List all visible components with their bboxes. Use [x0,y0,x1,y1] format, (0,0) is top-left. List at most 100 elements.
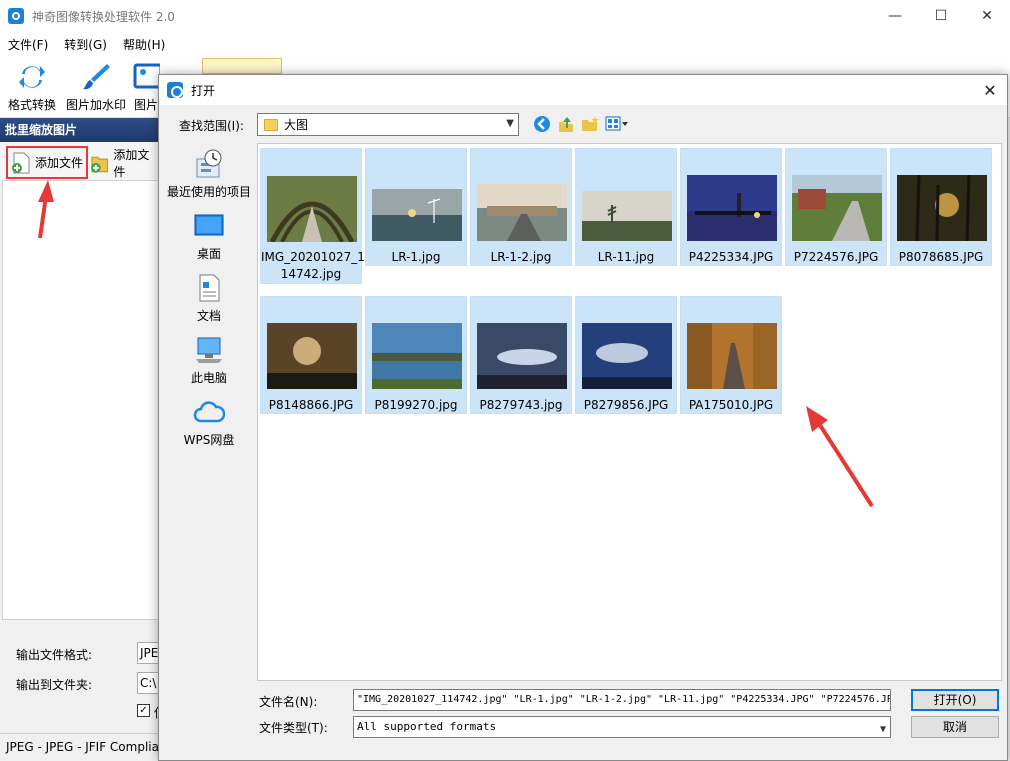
toolbar-label: 图片 [133,98,158,112]
toolbar-label: 格式转换 [7,98,56,112]
file-name: PA175010.JPG [688,398,774,412]
thumbnail-image [372,189,462,241]
open-button[interactable]: 打开(O) [911,689,999,711]
window-controls: — ☐ ✕ [872,0,1010,32]
place-label: 此电脑 [190,371,227,385]
thumbnail-image [477,184,567,241]
add-file-icon [12,152,30,173]
place-desktop[interactable]: 桌面 [163,211,255,262]
output-folder-label: 输出到文件夹: [16,678,93,692]
file-item[interactable]: P8279856.JPG [575,296,677,414]
file-item[interactable]: P8279743.jpg [470,296,572,414]
file-name: P7224576.JPG [793,250,879,264]
file-name: LR-1-2.jpg [490,250,552,264]
watermark-button[interactable]: 图片加水印 [64,58,128,116]
file-item[interactable]: P8199270.jpg [365,296,467,414]
dialog-title: 打开 [191,83,216,98]
add-folder-icon [90,156,108,173]
file-name: P8279856.JPG [583,398,669,412]
minimize-icon[interactable]: — [872,0,918,32]
image-tool-button[interactable]: 图片 [132,58,160,116]
close-icon[interactable]: ✕ [964,0,1010,32]
file-name: IMG_20201027_1 [261,250,365,264]
add-file-label: 添加文件 [35,156,84,170]
thumbnail-image [582,323,672,389]
image-icon [133,63,160,89]
file-item[interactable]: P8078685.JPG [890,148,992,266]
watermark-brush-icon [83,64,110,90]
file-name: LR-1.jpg [391,250,441,264]
output-format-select[interactable]: JPEG [137,642,159,664]
menu-goto[interactable]: 转到(G) [56,36,115,53]
dialog-logo-icon [167,82,183,98]
thumbnail-image [582,191,672,241]
thumbnail-image [687,175,777,241]
thumbnail-image [792,175,882,241]
lookin-label: 查找范围(I): [179,119,244,133]
lookin-value: 大图 [284,118,309,132]
batch-resize-button[interactable] [202,58,282,74]
wps-cloud-icon [193,401,225,423]
place-label: 桌面 [196,247,221,261]
file-item[interactable]: PA175010.JPG [680,296,782,414]
file-name: P8199270.jpg [374,398,458,412]
place-documents[interactable]: 文档 [163,273,255,324]
thumbnail-image [477,323,567,389]
app-title: 神奇图像转换处理软件 2.0 [32,9,175,24]
thumbnail-image [372,323,462,389]
file-item[interactable]: P7224576.JPG [785,148,887,266]
file-name: LR-11.jpg [597,250,655,264]
file-view[interactable]: IMG_20201027_1 14742.jpg LR-1.jpg LR-1-2… [257,143,1002,681]
filetype-value: All supported formats [357,720,497,733]
format-convert-button[interactable]: 格式转换 [4,58,60,116]
place-this-pc[interactable]: 此电脑 [163,335,255,386]
back-icon[interactable] [533,115,551,133]
menu-help[interactable]: 帮助(H) [115,36,173,53]
filetype-label: 文件类型(T): [259,721,328,735]
file-item[interactable]: LR-1-2.jpg [470,148,572,266]
menubar: 文件(F) 转到(G) 帮助(H) [0,32,1010,56]
filename-input[interactable]: "IMG_20201027_114742.jpg" "LR-1.jpg" "LR… [353,689,891,711]
settings-checkbox[interactable]: ✓ [137,704,150,717]
output-settings: 输出文件格式: JPEG 输出到文件夹: C:\ ✓ 使 [0,630,160,730]
up-folder-icon[interactable] [557,115,575,133]
view-menu-icon[interactable] [605,115,629,133]
app-logo-icon [8,8,24,24]
add-folder-label: 添加文件 [113,148,150,179]
status-bar: JPEG - JPEG - JFIF Compliant [0,733,160,761]
lookin-combo[interactable]: 大图 ▼ [257,113,519,136]
maximize-icon[interactable]: ☐ [918,0,964,32]
thumbnail-image [687,323,777,389]
thumbnail-image [897,175,987,241]
format-convert-icon [19,66,45,88]
file-item[interactable]: IMG_20201027_1 14742.jpg [260,148,365,284]
desktop-icon [194,214,224,236]
add-file-button[interactable]: 添加文件 [6,146,88,179]
chevron-down-icon: ▼ [879,724,886,735]
documents-icon [199,274,220,302]
file-item[interactable]: LR-11.jpg [575,148,677,266]
cancel-button[interactable]: 取消 [911,716,999,738]
file-item[interactable]: P8148866.JPG [260,296,362,414]
output-folder-input[interactable]: C:\ [137,672,159,694]
thumbnail-image [267,176,357,242]
file-name: P8078685.JPG [898,250,984,264]
menu-file[interactable]: 文件(F) [0,36,56,53]
file-item[interactable]: LR-1.jpg [365,148,467,266]
add-folder-button[interactable]: 添加文件 [90,148,160,179]
app-titlebar: 神奇图像转换处理软件 2.0 — ☐ ✕ [0,0,1010,32]
place-recent[interactable]: 最近使用的项目 [163,149,255,200]
dialog-titlebar: 打开 ✕ [159,75,1007,105]
new-folder-icon[interactable] [581,115,599,133]
place-label: 文档 [196,309,221,323]
places-bar: 最近使用的项目 桌面 文档 此电脑 WPS网盘 [163,143,255,683]
dialog-close-icon[interactable]: ✕ [973,75,1007,105]
filetype-select[interactable]: All supported formats ▼ [353,716,891,738]
place-label: 最近使用的项目 [166,185,251,199]
file-item[interactable]: P4225334.JPG [680,148,782,266]
place-wps-cloud[interactable]: WPS网盘 [163,397,255,448]
recent-items-icon [196,149,222,178]
file-list[interactable] [2,180,160,620]
file-name: P8148866.JPG [268,398,354,412]
panel-title: 批里缩放图片 [0,118,160,142]
